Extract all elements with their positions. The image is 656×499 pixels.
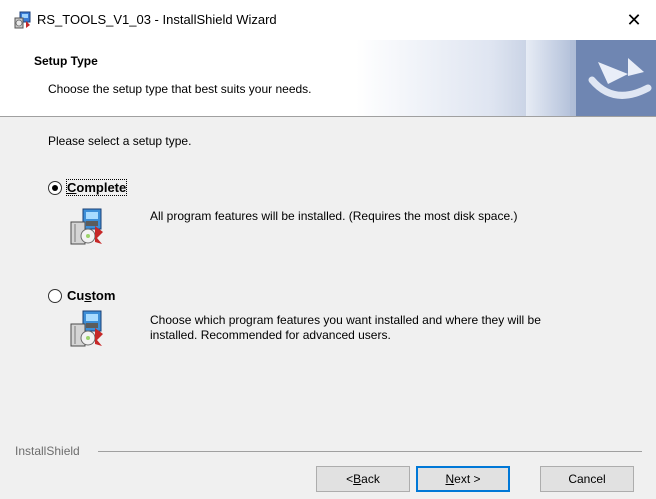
header-banner: Setup Type Choose the setup type that be… <box>0 40 656 117</box>
installshield-wizard-window: RS_TOOLS_V1_03 - InstallShield Wizard ✕ <box>0 0 656 499</box>
installshield-logo-icon <box>356 40 656 116</box>
page-title: Setup Type <box>34 54 98 68</box>
custom-label-suffix: tom <box>91 288 116 303</box>
back-button[interactable]: < Back <box>316 466 410 492</box>
cancel-label: Cancel <box>568 472 606 486</box>
window-title: RS_TOOLS_V1_03 - InstallShield Wizard <box>37 12 277 27</box>
custom-radio[interactable] <box>48 289 62 303</box>
footer-divider <box>98 451 642 452</box>
complete-radio[interactable] <box>48 181 62 195</box>
complete-label-accelerator: C <box>67 180 77 195</box>
title-bar[interactable]: RS_TOOLS_V1_03 - InstallShield Wizard ✕ <box>0 0 656 40</box>
cancel-button[interactable]: Cancel <box>540 466 634 492</box>
back-label-suffix: ack <box>361 472 380 486</box>
next-label-accelerator: N <box>445 472 455 486</box>
page-subtitle: Choose the setup type that best suits yo… <box>48 82 312 96</box>
close-button[interactable]: ✕ <box>612 0 656 40</box>
back-label-prefix: < <box>346 472 354 486</box>
custom-label[interactable]: Custom <box>67 288 115 303</box>
complete-label[interactable]: Complete <box>65 179 128 196</box>
next-button[interactable]: Next > <box>416 466 510 492</box>
installshield-brand-label: InstallShield <box>15 444 80 458</box>
custom-label-prefix: Cu <box>67 288 85 303</box>
custom-label-accelerator: s <box>84 288 92 303</box>
setup-package-icon <box>69 310 105 348</box>
installshield-package-icon <box>14 11 32 29</box>
complete-description: All program features will be installed. … <box>150 209 518 223</box>
close-icon: ✕ <box>626 9 642 30</box>
next-label-suffix: ext > <box>454 472 481 486</box>
custom-description: Choose which program features you want i… <box>150 313 541 342</box>
setup-package-icon <box>69 208 105 246</box>
back-label-accelerator: B <box>353 472 362 486</box>
setup-type-prompt: Please select a setup type. <box>48 134 192 148</box>
complete-label-suffix: omplete <box>76 180 127 195</box>
